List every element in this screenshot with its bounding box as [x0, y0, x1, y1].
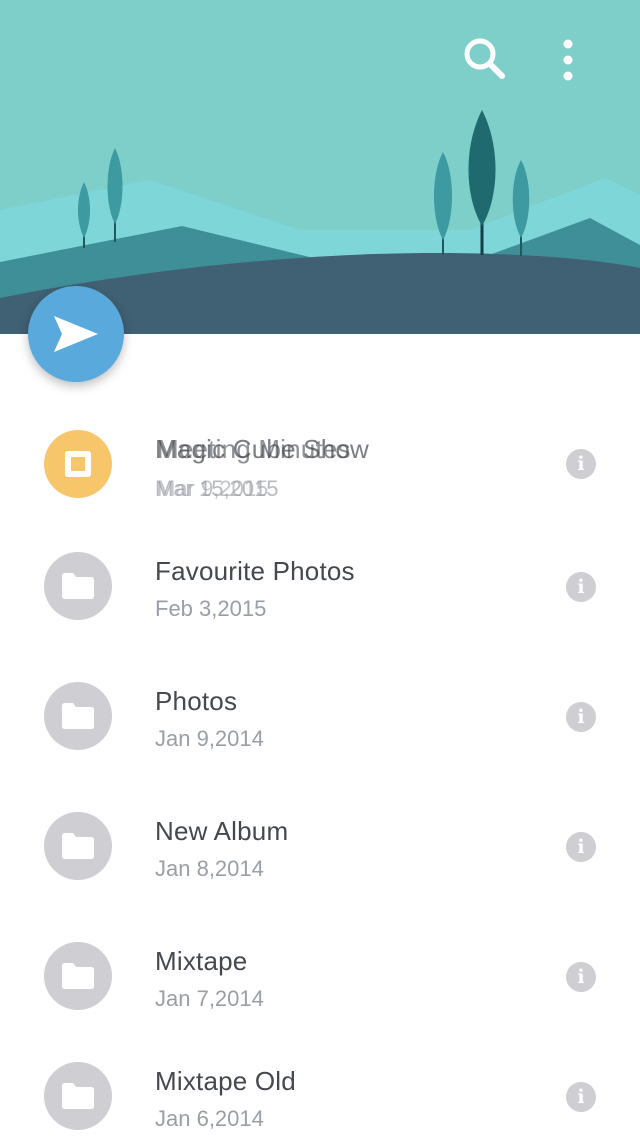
slideshow-icon [65, 451, 91, 477]
info-button[interactable]: i [566, 449, 596, 479]
search-icon [464, 38, 505, 79]
list-item-new-album[interactable]: New Album Jan 8,2014 i [0, 812, 640, 932]
row-date: Jan 6,2014 [155, 1106, 264, 1131]
album-screen: Magic Cube Show Meeting Minutes Mar 15,2… [0, 0, 640, 1136]
folder-icon [62, 963, 94, 989]
row-title: New Album [155, 816, 289, 846]
row-date: Jan 7,2014 [155, 986, 264, 1011]
send-fab[interactable] [28, 286, 124, 382]
info-icon: i [577, 835, 585, 858]
list-item-mixtape[interactable]: Mixtape Jan 7,2014 i [0, 942, 640, 1062]
folder-icon [62, 573, 94, 599]
info-button[interactable]: i [566, 962, 596, 992]
info-icon: i [577, 965, 585, 988]
row-title: Favourite Photos [155, 556, 355, 586]
list-item-favourite-photos[interactable]: Favourite Photos Feb 3,2015 i [0, 552, 640, 672]
search-button[interactable] [456, 30, 512, 86]
folder-icon [62, 1083, 94, 1109]
row-title: Mixtape Old [155, 1066, 296, 1096]
folder-icon [62, 703, 94, 729]
folder-avatar [44, 942, 112, 1010]
info-icon: i [577, 1085, 585, 1108]
folder-avatar [44, 812, 112, 880]
info-button[interactable]: i [566, 572, 596, 602]
list-item-meeting-minutes[interactable]: Magic Cube Show Meeting Minutes Mar 15,2… [0, 404, 640, 524]
info-button[interactable]: i [566, 832, 596, 862]
folder-avatar [44, 682, 112, 750]
info-icon: i [577, 452, 585, 475]
more-vertical-icon [563, 39, 573, 81]
info-button[interactable]: i [566, 702, 596, 732]
info-icon: i [577, 575, 585, 598]
folder-avatar [44, 552, 112, 620]
row-title-overlap: Meeting Minutes [157, 434, 351, 464]
row-date: Jan 8,2014 [155, 856, 264, 881]
list-item-photos[interactable]: Photos Jan 9,2014 i [0, 682, 640, 802]
row-title: Mixtape [155, 946, 248, 976]
header-banner [0, 0, 640, 334]
slideshow-avatar [44, 430, 112, 498]
row-date: Jan 9,2014 [155, 726, 264, 751]
row-date: Feb 3,2015 [155, 596, 267, 621]
info-button[interactable]: i [566, 1082, 596, 1112]
row-title: Photos [155, 686, 238, 716]
row-date-overlap: Mar 9,2015 [157, 476, 269, 501]
send-icon [54, 316, 98, 352]
folder-avatar [44, 1062, 112, 1130]
info-icon: i [577, 705, 585, 728]
list-item-mixtape-old[interactable]: Mixtape Old Jan 6,2014 i [0, 1062, 640, 1136]
folder-icon [62, 833, 94, 859]
more-options-button[interactable] [540, 30, 596, 86]
